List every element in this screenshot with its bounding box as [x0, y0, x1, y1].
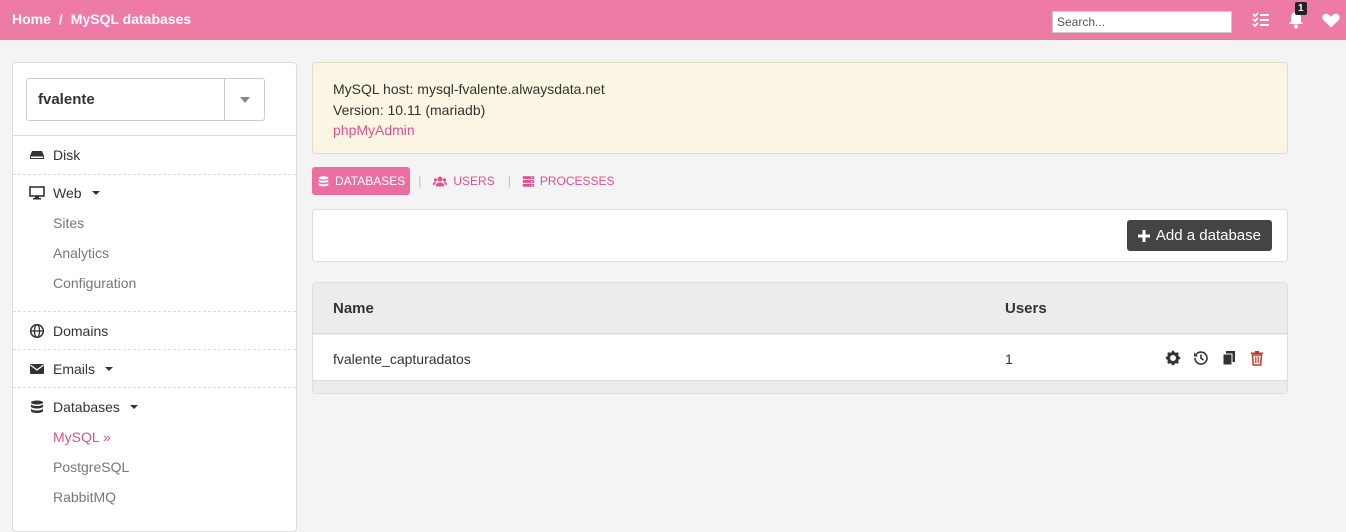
sidebar-item-emails[interactable]: Emails [29, 359, 114, 379]
breadcrumb-separator: / [58, 11, 63, 27]
hdd-icon [30, 151, 44, 159]
top-bar: Home / MySQL databases 1 [0, 0, 1346, 40]
table-row: fvalente_capturadatos 1 [313, 335, 1287, 381]
tabs: DATABASES | USERS | PROCESSES [312, 167, 620, 195]
phpmyadmin-link[interactable]: phpMyAdmin [333, 120, 1267, 141]
databases-table: Name Users fvalente_capturadatos 1 [312, 282, 1288, 394]
divider [13, 135, 296, 136]
sidebar-subitem-mysql[interactable]: MySQL » [53, 429, 111, 445]
notification-badge: 1 [1295, 2, 1307, 15]
sidebar: fvalente Disk Web Sites Analytics Config… [12, 62, 297, 532]
tab-databases[interactable]: DATABASES [312, 167, 411, 195]
sidebar-item-web[interactable]: Web [29, 183, 100, 203]
sidebar-item-databases[interactable]: Databases [29, 397, 138, 417]
database-users: 1 [1005, 351, 1013, 367]
database-icon [31, 400, 43, 413]
sidebar-item-label: Emails [53, 361, 96, 377]
mysql-version: Version: 10.11 (mariadb) [333, 101, 486, 118]
database-icon [318, 175, 329, 186]
add-database-label: Add a database [1155, 227, 1261, 244]
sidebar-subitem-rabbitmq[interactable]: RabbitMQ [53, 489, 116, 505]
globe-icon [29, 323, 45, 339]
tab-separator: | [507, 174, 511, 188]
divider [13, 349, 296, 350]
users-icon [433, 176, 448, 186]
copy-icon[interactable] [1221, 350, 1237, 366]
account-select[interactable]: fvalente [26, 78, 265, 121]
sidebar-item-label: Disk [53, 147, 81, 163]
account-value: fvalente [38, 91, 95, 108]
sidebar-subitem-analytics[interactable]: Analytics [53, 245, 109, 261]
breadcrumb: Home / MySQL databases [12, 11, 191, 27]
column-header-name: Name [333, 300, 374, 317]
trash-icon[interactable] [1249, 350, 1265, 366]
sidebar-item-disk[interactable]: Disk [29, 145, 80, 165]
tab-users[interactable]: USERS [427, 167, 499, 195]
envelope-icon [30, 364, 44, 374]
breadcrumb-current[interactable]: MySQL databases [71, 11, 191, 27]
mysql-info-panel: MySQL host: mysql-fvalente.alwaysdata.ne… [312, 62, 1288, 154]
caret-down-icon [105, 367, 114, 371]
gear-icon[interactable] [1165, 350, 1181, 366]
sidebar-subitem-sites[interactable]: Sites [53, 215, 84, 231]
sidebar-item-label: Databases [53, 399, 120, 415]
caret-down-icon [129, 405, 138, 409]
row-actions [1165, 350, 1265, 366]
heart-icon[interactable] [1321, 10, 1341, 30]
mysql-host: MySQL host: mysql-fvalente.alwaysdata.ne… [333, 81, 605, 97]
sidebar-item-label: Web [53, 185, 82, 201]
tab-processes[interactable]: PROCESSES [517, 167, 620, 195]
column-header-users: Users [1005, 300, 1047, 317]
sidebar-item-label: Domains [53, 323, 109, 339]
breadcrumb-home[interactable]: Home [12, 11, 51, 27]
tab-label: DATABASES [335, 174, 406, 188]
search-input[interactable] [1052, 11, 1232, 33]
divider [13, 387, 296, 388]
sidebar-item-domains[interactable]: Domains [29, 321, 108, 341]
monitor-icon [29, 186, 45, 200]
actions-toolbar: Add a database [312, 209, 1288, 262]
divider [13, 174, 296, 175]
table-header: Name Users [313, 283, 1287, 334]
tab-label: PROCESSES [539, 174, 615, 188]
tab-label: USERS [453, 174, 495, 188]
history-icon[interactable] [1193, 350, 1209, 366]
server-icon [522, 175, 535, 187]
plus-icon [1137, 229, 1150, 242]
sidebar-subitem-configuration[interactable]: Configuration [53, 275, 136, 291]
sidebar-subitem-postgresql[interactable]: PostgreSQL [53, 459, 129, 475]
add-database-button[interactable]: Add a database [1126, 220, 1272, 251]
tab-separator: | [418, 174, 422, 188]
database-name: fvalente_capturadatos [333, 351, 471, 367]
chevron-down-icon[interactable] [224, 79, 264, 120]
divider [13, 311, 296, 312]
tasks-icon[interactable] [1251, 10, 1271, 30]
caret-down-icon [91, 191, 100, 195]
